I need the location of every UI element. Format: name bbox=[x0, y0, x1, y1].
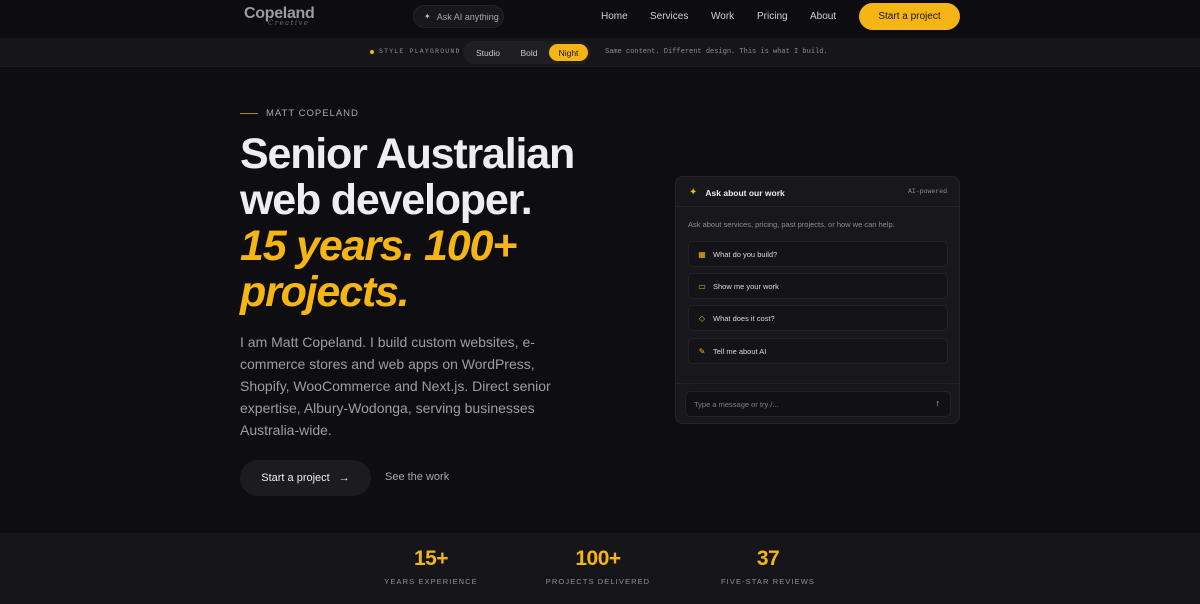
send-arrow-icon[interactable]: ↑ bbox=[936, 398, 941, 408]
hero-title-line2: web developer. bbox=[240, 176, 533, 224]
chat-input-placeholder: Type a message or try /... bbox=[694, 399, 779, 409]
grid-icon: ▦ bbox=[698, 249, 706, 259]
chat-divider bbox=[676, 383, 959, 384]
ask-ai-button[interactable]: ✦ Ask AI anything bbox=[413, 5, 504, 28]
tag-icon: ◇ bbox=[698, 313, 706, 323]
stat-reviews: 37 FIVE-STAR REVIEWS bbox=[688, 547, 848, 586]
eyebrow-rule bbox=[240, 113, 258, 114]
sparkle-icon: ✦ bbox=[689, 187, 698, 198]
nav-link-home[interactable]: Home bbox=[601, 11, 628, 22]
stat-label: PROJECTS DELIVERED bbox=[545, 577, 651, 586]
hero-title-line1: Senior Australian bbox=[240, 130, 575, 178]
suggestion-label: Tell me about AI bbox=[713, 346, 767, 356]
style-playground-label: STYLE PLAYGROUND bbox=[370, 48, 461, 55]
nav-link-about[interactable]: About bbox=[810, 11, 836, 22]
stat-label: FIVE-STAR REVIEWS bbox=[721, 577, 815, 586]
chat-title: ✦ Ask about our work bbox=[689, 187, 785, 198]
stat-years: 15+ YEARS EXPERIENCE bbox=[351, 547, 511, 586]
stat-value: 100+ bbox=[575, 547, 621, 570]
suggestion-label: What does it cost? bbox=[713, 313, 775, 323]
style-playground-bar: STYLE PLAYGROUND Studio Bold Night Same … bbox=[0, 38, 1200, 67]
start-project-button[interactable]: Start a project → bbox=[240, 460, 371, 496]
sparkle-icon: ✦ bbox=[424, 12, 431, 21]
suggestion-tell-me-about-ai[interactable]: ✎ Tell me about AI bbox=[688, 338, 948, 364]
stat-value: 15+ bbox=[413, 547, 449, 570]
nav-link-pricing[interactable]: Pricing bbox=[757, 11, 788, 22]
style-switcher: Studio Bold Night bbox=[463, 41, 591, 64]
chat-title-text: Ask about our work bbox=[705, 187, 785, 198]
nav-link-work[interactable]: Work bbox=[711, 11, 734, 22]
start-project-label: Start a project bbox=[261, 472, 330, 484]
hero-title-accent2: projects. bbox=[240, 268, 410, 316]
chat-widget: ✦ Ask about our work AI-powered Ask abou… bbox=[675, 176, 960, 424]
chat-message-input[interactable]: Type a message or try /... ↑ bbox=[685, 391, 951, 417]
ask-ai-label: Ask AI anything bbox=[436, 11, 499, 22]
style-option-night[interactable]: Night bbox=[549, 44, 588, 61]
style-tagline: Same content. Different design. This is … bbox=[605, 48, 828, 56]
see-work-link[interactable]: See the work bbox=[385, 471, 449, 483]
arrow-right-icon: → bbox=[338, 472, 350, 484]
style-option-studio[interactable]: Studio bbox=[468, 44, 508, 61]
stat-projects: 100+ PROJECTS DELIVERED bbox=[518, 547, 678, 586]
eyebrow-text: MATT COPELAND bbox=[266, 108, 359, 119]
stats-strip: 15+ YEARS EXPERIENCE 100+ PROJECTS DELIV… bbox=[0, 533, 1200, 604]
hero-lead: I am Matt Copeland. I build custom websi… bbox=[240, 334, 551, 438]
stat-label: YEARS EXPERIENCE bbox=[384, 577, 478, 586]
top-nav: Copeland Creative ✦ Ask AI anything Home… bbox=[0, 0, 1200, 38]
folder-icon: ▭ bbox=[698, 281, 706, 291]
chat-header: ✦ Ask about our work AI-powered bbox=[676, 177, 959, 207]
logo-tagline: Creative bbox=[268, 19, 310, 27]
suggestion-what-does-it-cost[interactable]: ◇ What does it cost? bbox=[688, 305, 948, 331]
status-dot-icon bbox=[370, 49, 374, 54]
suggestion-what-do-you-build[interactable]: ▦ What do you build? bbox=[688, 241, 948, 267]
start-project-nav-button[interactable]: Start a project bbox=[859, 3, 960, 30]
pencil-icon: ✎ bbox=[698, 346, 706, 356]
suggestion-show-me-your-work[interactable]: ▭ Show me your work bbox=[688, 273, 948, 299]
ai-powered-badge: AI-powered bbox=[907, 188, 947, 195]
chat-intro: Ask about services, pricing, past projec… bbox=[688, 220, 895, 229]
hero-eyebrow: MATT COPELAND bbox=[240, 108, 359, 119]
suggestion-label: Show me your work bbox=[713, 281, 779, 291]
stat-value: 37 bbox=[756, 547, 780, 570]
style-playground-text: STYLE PLAYGROUND bbox=[379, 48, 461, 55]
suggestion-label: What do you build? bbox=[713, 249, 778, 259]
hero-title: Senior Australian web developer. 15 year… bbox=[240, 131, 660, 315]
hero-title-accent1: 15 years. 100+ bbox=[240, 222, 517, 270]
nav-link-services[interactable]: Services bbox=[650, 11, 688, 22]
style-option-bold[interactable]: Bold bbox=[510, 44, 548, 61]
